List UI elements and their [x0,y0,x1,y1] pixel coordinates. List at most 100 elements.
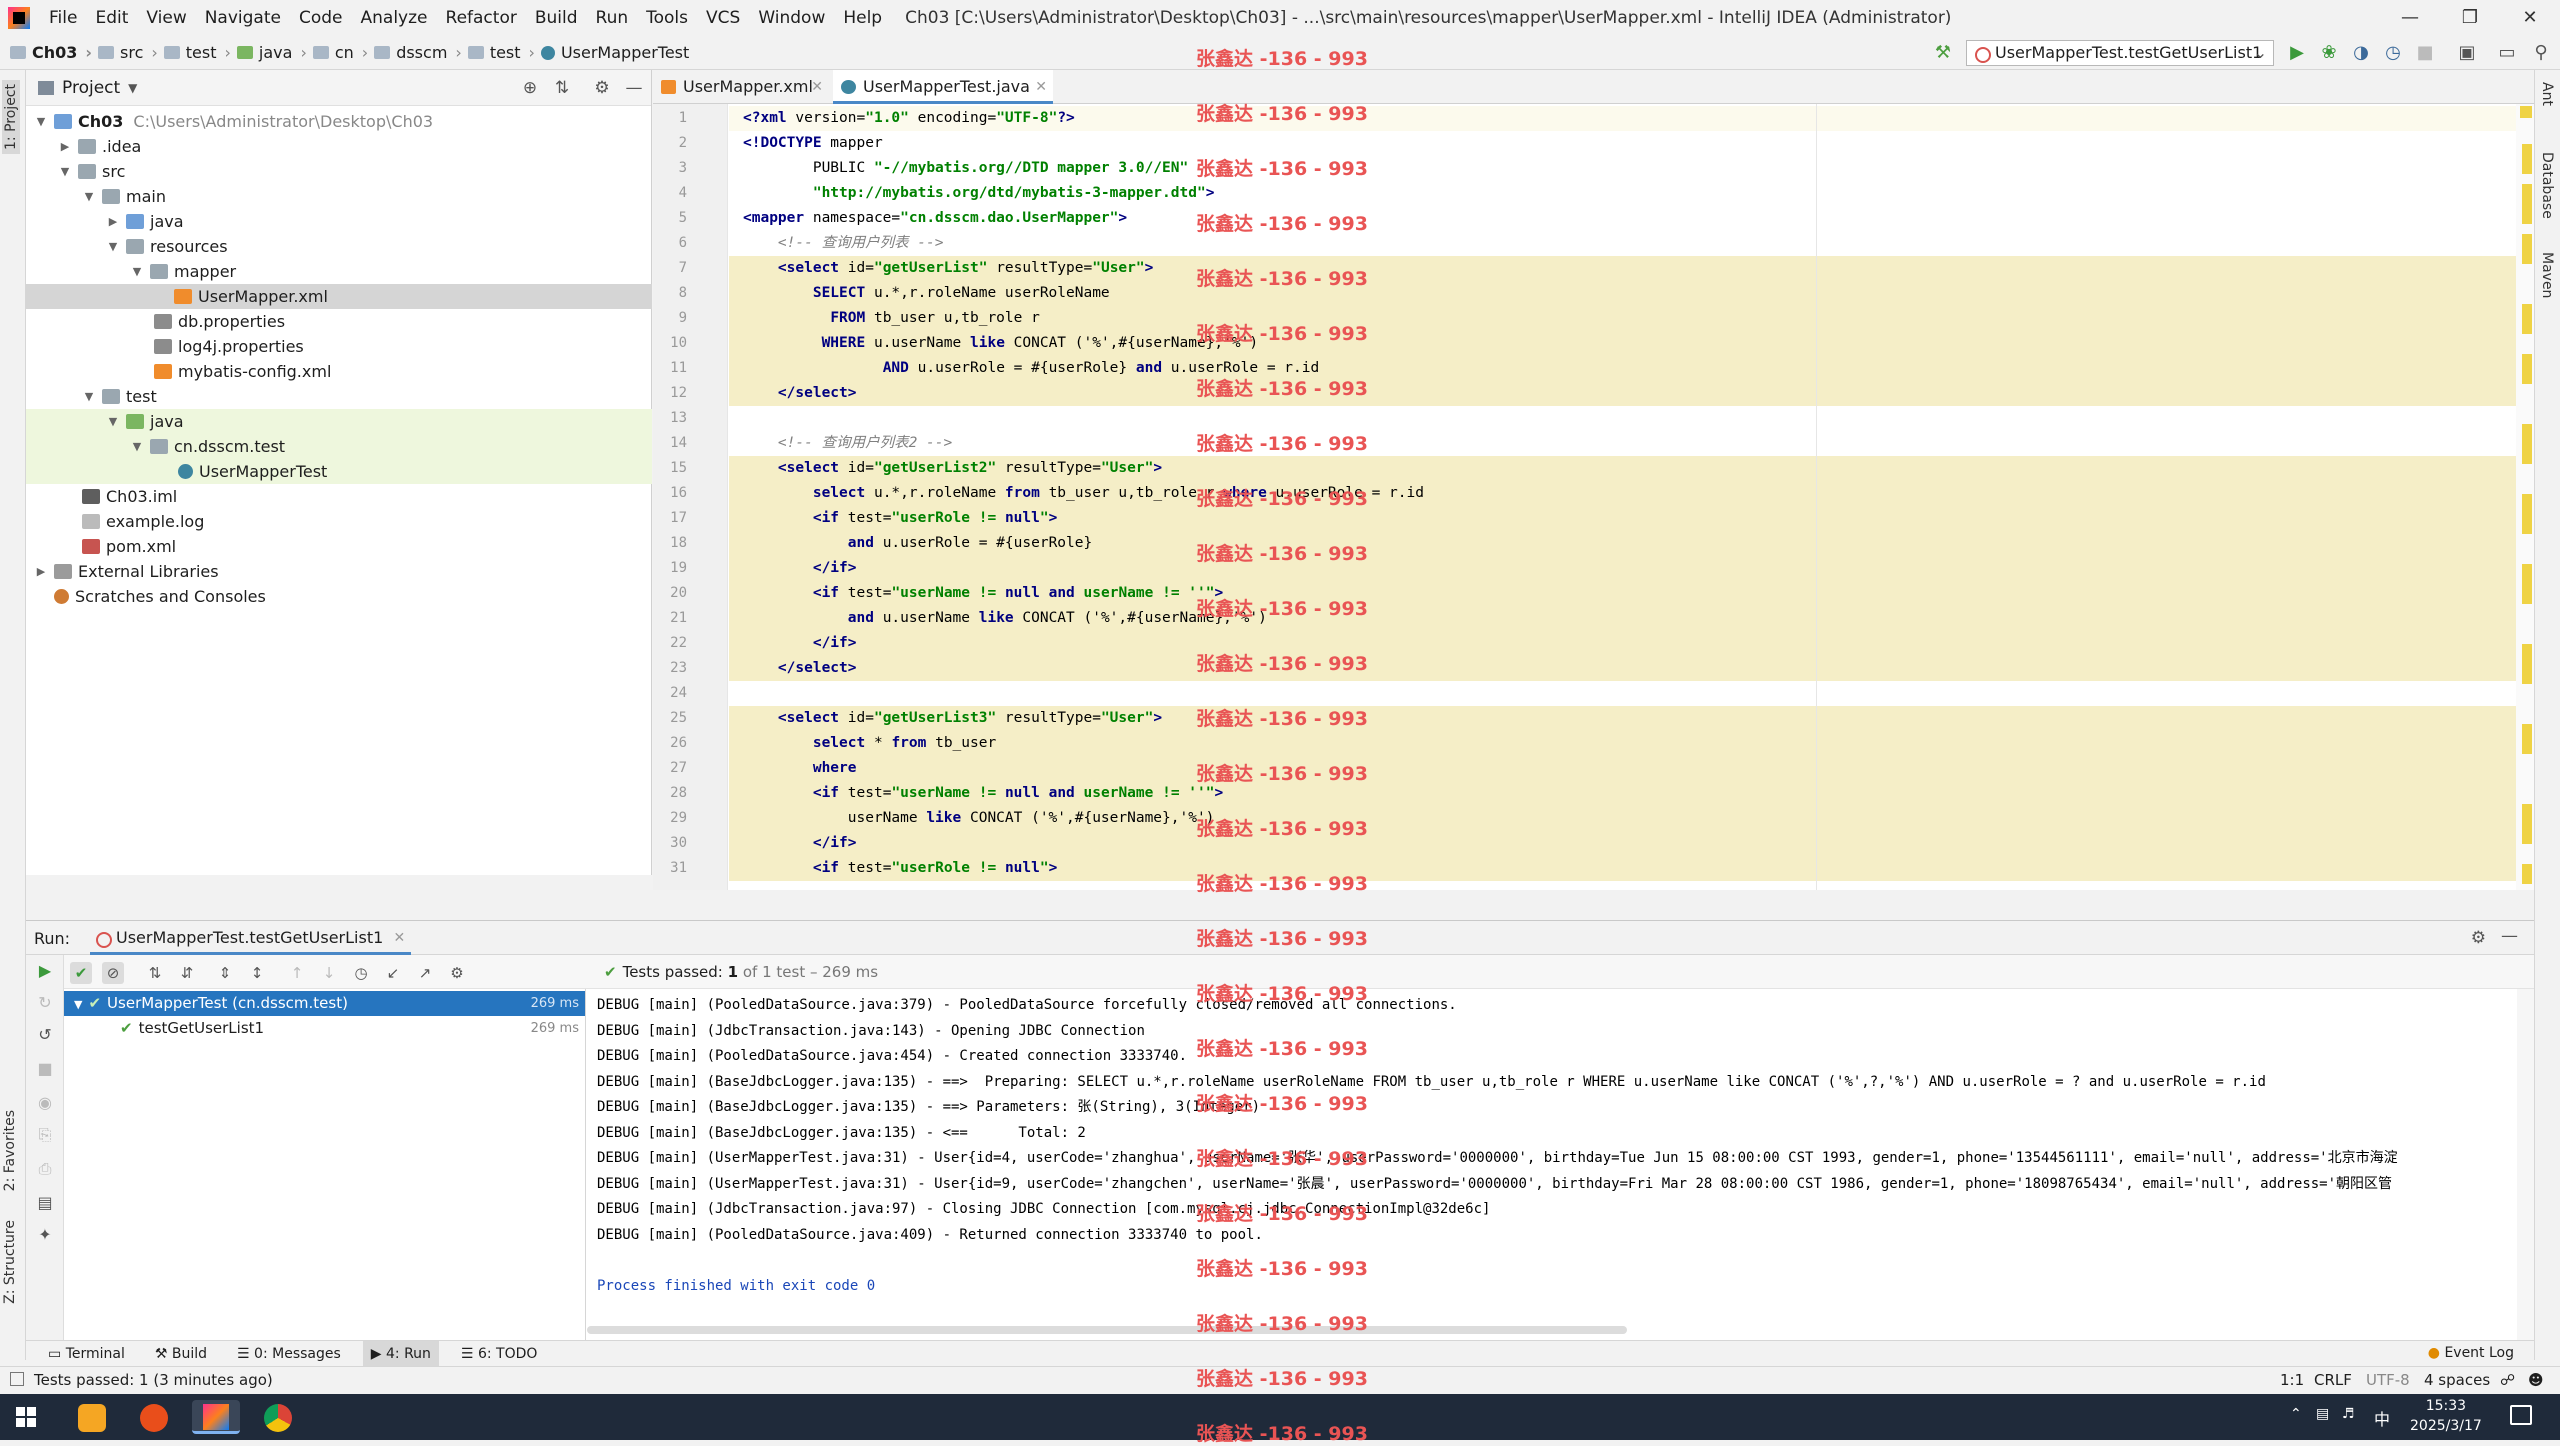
chevron-down-icon[interactable]: ▼ [106,415,120,428]
tree-node-log4j-properties[interactable]: log4j.properties [26,334,652,359]
console-output[interactable]: DEBUG [main] (PooledDataSource.java:379)… [587,989,2534,1341]
close-icon[interactable]: ✕ [811,70,823,104]
project-structure-icon[interactable]: ▣ [2456,42,2478,64]
windows-start-icon[interactable] [16,1407,36,1427]
menu-file[interactable]: File [40,0,86,36]
collapse-all-icon[interactable]: ⇅ [552,78,572,98]
gear-icon[interactable]: ⚙ [592,78,612,98]
ime-indicator[interactable]: 中 [2374,1406,2390,1430]
tree-node-external-libraries[interactable]: ▶ External Libraries [26,559,652,584]
tree-node-mybatis-config[interactable]: mybatis-config.xml [26,359,652,384]
notification-icon[interactable] [2510,1405,2532,1425]
volume-icon[interactable]: ♬ [2342,1406,2355,1422]
console-scrollbar[interactable] [2517,989,2534,1341]
code-line[interactable]: <?xml version="1.0" encoding="UTF-8"?> [729,106,2516,131]
build-tab[interactable]: ⚒ Build [147,1341,215,1367]
horizontal-scrollbar[interactable] [587,1326,1627,1334]
app-icon-browser[interactable] [130,1400,178,1434]
code-line[interactable]: PUBLIC "-//mybatis.org//DTD mapper 3.0//… [729,156,2516,181]
file-encoding[interactable]: UTF-8 [2366,1371,2410,1389]
code-line[interactable]: <!-- 查询用户列表2 --> [729,431,2516,456]
code-area[interactable]: <?xml version="1.0" encoding="UTF-8"?> <!… [729,104,2516,890]
messages-tab[interactable]: ☰ 0: Messages [229,1341,349,1367]
sort-duration-icon[interactable]: ⇵ [176,962,198,984]
history-icon[interactable]: ◷ [350,962,372,984]
menu-edit[interactable]: Edit [86,0,137,36]
breadcrumb-java[interactable]: java › [236,43,307,62]
code-line[interactable]: select u.*,r.roleName from tb_user u,tb_… [729,481,2516,506]
next-test-icon[interactable]: ↓ [318,962,340,984]
run-tab[interactable]: UserMapperTest.testGetUserList1 ✕ [90,921,412,955]
close-icon[interactable]: ✕ [394,921,406,955]
tab-usermappertest-java[interactable]: UserMapperTest.java ✕ [833,70,1053,104]
show-ignored-icon[interactable]: ⊘ [102,962,124,984]
menu-run[interactable]: Run [587,0,638,36]
menu-analyze[interactable]: Analyze [352,0,437,36]
code-line[interactable]: <!DOCTYPE mapper [729,131,2516,156]
code-line[interactable]: </if> [729,831,2516,856]
toggle-auto-test-icon[interactable]: ↺ [35,1025,55,1045]
code-line[interactable]: FROM tb_user u,tb_role r [729,306,2516,331]
menu-tools[interactable]: Tools [637,0,697,36]
code-line[interactable]: and u.userName like CONCAT ('%',#{userNa… [729,606,2516,631]
search-icon[interactable]: ⚲ [2530,42,2552,64]
code-line[interactable]: where [729,756,2516,781]
code-line[interactable]: <if test="userRole != null"> [729,856,2516,881]
chevron-down-icon[interactable]: ▼ [82,190,96,203]
code-line[interactable]: <mapper namespace="cn.dsscm.dao.UserMapp… [729,206,2516,231]
app-icon-files[interactable] [68,1400,116,1434]
taskbar-clock[interactable]: 15:33 2025/3/17 [2410,1396,2482,1436]
tree-node-ch03-iml[interactable]: Ch03.iml [26,484,652,509]
code-line[interactable]: <!-- 查询用户列表 --> [729,231,2516,256]
error-stripe[interactable] [2516,104,2534,890]
project-panel-title[interactable]: Project [62,78,120,98]
network-icon[interactable]: ▤ [2316,1406,2329,1422]
tree-node-src[interactable]: ▼ src [26,159,652,184]
tree-node-idea[interactable]: ▶ .idea [26,134,652,159]
tree-node-test-java[interactable]: ▼ java [26,409,652,434]
debug-icon[interactable]: ❀ [2318,42,2340,64]
coverage-icon[interactable]: ◑ [2350,42,2372,64]
chevron-down-icon[interactable]: ▼ [34,115,48,128]
app-icon-intellij[interactable] [192,1400,240,1434]
chevron-down-icon[interactable]: ▼ [74,998,82,1011]
tree-node-example-log[interactable]: example.log [26,509,652,534]
code-line[interactable]: <select id="getUserList" resultType="Use… [729,256,2516,281]
code-line[interactable]: "http://mybatis.org/dtd/mybatis-3-mapper… [729,181,2516,206]
menu-build[interactable]: Build [526,0,587,36]
lock-icon[interactable]: ☍ [2500,1371,2515,1389]
code-line[interactable]: AND u.userRole = #{userRole} and u.userR… [729,356,2516,381]
tree-node-main[interactable]: ▼ main [26,184,652,209]
menu-refactor[interactable]: Refactor [437,0,526,36]
code-line[interactable] [729,681,2516,706]
chevron-down-icon[interactable]: ▼ [128,81,137,95]
tree-node-resources[interactable]: ▼ resources [26,234,652,259]
menu-help[interactable]: Help [834,0,891,36]
pin-icon[interactable]: ✦ [35,1225,55,1245]
breadcrumb-test2[interactable]: test › [467,43,535,62]
code-line[interactable]: SELECT u.*,r.roleName userRoleName [729,281,2516,306]
collapse-all-icon[interactable]: ↕ [246,962,268,984]
run-configuration-select[interactable]: UserMapperTest.testGetUserList1 ⌄ [1966,40,2274,66]
maven-tool-tab[interactable]: Maven [2539,252,2555,298]
chevron-right-icon[interactable]: ▶ [58,140,72,153]
menu-view[interactable]: View [137,0,195,36]
camera-icon[interactable]: ◉ [35,1093,55,1113]
status-toggle-icon[interactable] [10,1372,24,1386]
line-separator[interactable]: CRLF [2314,1371,2352,1389]
tree-node-scratches[interactable]: Scratches and Consoles [26,584,652,609]
chevron-down-icon[interactable]: ▼ [130,265,144,278]
gear-icon[interactable]: ⚙ [2471,928,2486,948]
close-icon[interactable]: ✕ [1035,70,1047,104]
export-icon[interactable]: ⎘ [35,1125,55,1145]
chevron-right-icon[interactable]: ▶ [34,565,48,578]
favorites-tool-tab[interactable]: 2: Favorites [2,1110,18,1191]
structure-tool-tab[interactable]: Z: Structure [2,1220,18,1304]
code-line[interactable]: </select> [729,656,2516,681]
code-line[interactable]: WHERE u.userName like CONCAT ('%',#{user… [729,331,2516,356]
rerun-icon[interactable]: ▶ [35,961,55,981]
tab-usermapper-xml[interactable]: UserMapper.xml ✕ [653,70,829,104]
chevron-down-icon[interactable]: ▼ [82,390,96,403]
close-icon[interactable]: ✕ [2500,0,2560,36]
code-line[interactable]: userName like CONCAT ('%',#{userName},'%… [729,806,2516,831]
